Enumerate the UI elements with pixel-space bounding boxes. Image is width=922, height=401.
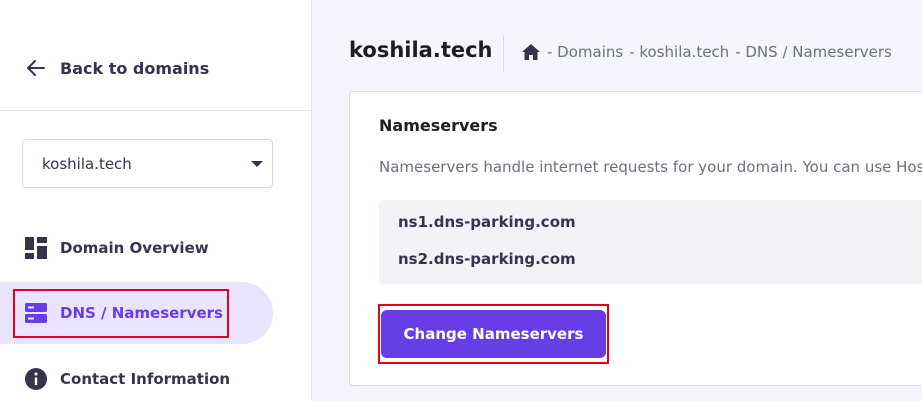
sidebar: Back to domains koshila.tech Domain Over… [0, 0, 312, 401]
sidebar-item-domain-overview[interactable]: Domain Overview [0, 217, 273, 279]
sidebar-item-label: Contact Information [60, 370, 231, 388]
nameserver-item: ns2.dns-parking.com [398, 250, 576, 268]
domain-select-value: koshila.tech [42, 154, 132, 173]
card-title: Nameservers [379, 116, 498, 135]
grid-icon [24, 236, 48, 260]
change-nameservers-button[interactable]: Change Nameservers [381, 310, 606, 358]
title-separator [503, 36, 504, 72]
breadcrumb-current: - DNS / Nameservers [735, 43, 892, 61]
back-to-domains-link[interactable]: Back to domains [24, 56, 209, 80]
sidebar-divider [0, 110, 311, 111]
breadcrumb: - Domains - koshila.tech - DNS / Nameser… [521, 42, 898, 62]
info-icon [24, 367, 48, 391]
sidebar-item-label: Domain Overview [60, 239, 209, 257]
breadcrumb-domain[interactable]: - koshila.tech [629, 43, 729, 61]
card-description: Nameservers handle internet requests for… [379, 158, 922, 176]
arrow-left-icon [27, 60, 45, 76]
nameserver-item: ns1.dns-parking.com [398, 213, 576, 231]
domain-select[interactable]: koshila.tech [22, 139, 273, 188]
nameservers-list: ns1.dns-parking.com ns2.dns-parking.com [379, 200, 922, 284]
sidebar-item-label: DNS / Nameservers [60, 304, 223, 322]
sidebar-item-dns-nameservers[interactable]: DNS / Nameservers [0, 282, 273, 344]
back-to-domains-label: Back to domains [60, 58, 210, 78]
breadcrumb-domains[interactable]: - Domains [547, 43, 623, 61]
home-icon[interactable] [521, 42, 541, 62]
page-title: koshila.tech [349, 38, 493, 62]
nameservers-card: Nameservers Nameservers handle internet … [349, 91, 922, 386]
server-icon [24, 301, 48, 325]
sidebar-item-contact-information[interactable]: Contact Information [0, 348, 273, 401]
caret-down-icon [251, 161, 263, 167]
